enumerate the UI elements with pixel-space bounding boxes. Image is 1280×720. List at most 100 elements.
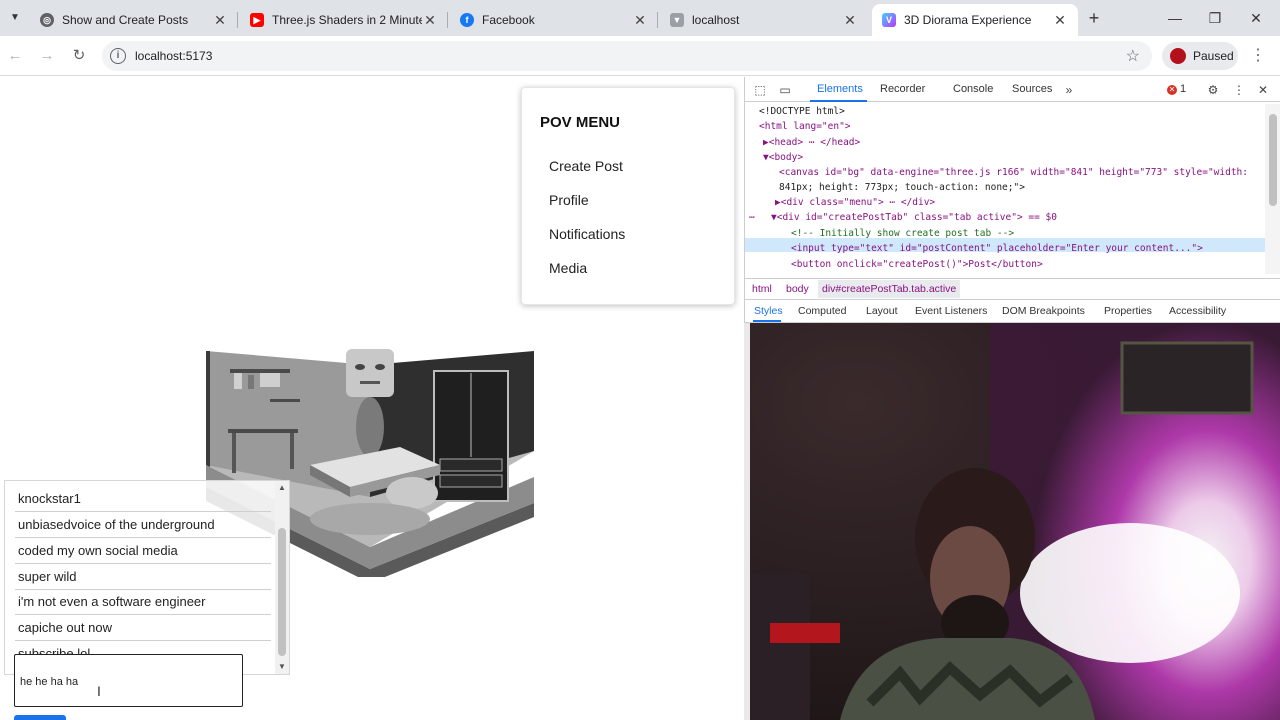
tab-localhost[interactable]: ▼ localhost ✕ [660, 4, 868, 36]
list-item: unbiasedvoice of the underground [18, 517, 215, 532]
scroll-up-icon[interactable]: ▲ [275, 481, 289, 495]
diorama-beanbag [386, 477, 438, 509]
feed-scrollbar[interactable]: ▲ ▼ [275, 481, 289, 674]
shield-icon: ▼ [670, 13, 684, 27]
settings-gear-icon[interactable]: ⚙ [1205, 82, 1221, 98]
tab-3d-diorama[interactable]: V 3D Diorama Experience ✕ [872, 4, 1078, 36]
subtab-properties[interactable]: Properties [1104, 305, 1152, 317]
address-bar[interactable]: i localhost:5173 ☆ [102, 41, 1152, 71]
menu-item-notifications[interactable]: Notifications [549, 226, 625, 242]
diorama-statue [346, 349, 394, 397]
bookmark-star-icon[interactable]: ☆ [1126, 46, 1140, 66]
facebook-icon: f [460, 13, 474, 27]
menu-item-create-post[interactable]: Create Post [549, 158, 623, 174]
dom-line[interactable]: <input type="text" id="postContent" plac… [791, 243, 1203, 254]
scrollbar-thumb[interactable] [278, 528, 286, 656]
dom-line[interactable]: 841px; height: 773px; touch-action: none… [779, 182, 1025, 193]
dom-line[interactable]: <!DOCTYPE html> [759, 106, 845, 117]
dom-ellipsis-icon: ⋯ [749, 212, 755, 223]
webcam-video [750, 323, 1280, 720]
post-input-value: he he ha ha [20, 676, 79, 688]
dom-comment[interactable]: <!-- Initially show create post tab --> [791, 228, 1014, 239]
dom-line[interactable]: <button onclick="createPost()">Post</but… [791, 259, 1043, 270]
browser-menu-icon[interactable]: ⋮ [1250, 46, 1266, 66]
devtools-toolbar: ⬚ ▭ Elements Recorder Console Sources » … [745, 77, 1280, 102]
dom-line[interactable]: ▶<head> ⋯ </head> [763, 137, 860, 148]
close-icon[interactable]: ✕ [632, 12, 648, 29]
breadcrumb-createposttab[interactable]: div#createPostTab.tab.active [818, 280, 961, 298]
tab-threejs-shaders[interactable]: ▶ Three.js Shaders in 2 Minutes - ✕ [240, 4, 448, 36]
devtools-tab-recorder[interactable]: Recorder [880, 83, 925, 95]
reload-icon[interactable]: ↻ [69, 46, 89, 66]
subtab-dom-breakpoints[interactable]: DOM Breakpoints [1002, 305, 1085, 317]
close-window-icon[interactable]: ✕ [1236, 8, 1276, 28]
list-item: coded my own social media [18, 543, 178, 558]
breadcrumb-body[interactable]: body [786, 283, 809, 295]
close-icon[interactable]: ✕ [422, 12, 438, 29]
devtools-menu-icon[interactable]: ⋮ [1231, 82, 1247, 98]
back-icon[interactable]: ← [5, 46, 25, 66]
light-source [1020, 523, 1240, 663]
text-cursor-icon: I [97, 683, 101, 699]
avatar [1170, 48, 1186, 64]
inspect-element-icon[interactable]: ⬚ [752, 82, 768, 98]
new-tab-button[interactable]: + [1084, 8, 1104, 28]
styles-subtabs: Styles Computed Layout Event Listeners D… [745, 299, 1280, 323]
error-count-badge[interactable]: ✕ 1 [1167, 83, 1186, 95]
pov-menu-title: POV MENU [540, 114, 621, 131]
devtools-tab-sources[interactable]: Sources [1012, 83, 1052, 95]
device-toggle-icon[interactable]: ▭ [777, 82, 793, 98]
devtools-tab-elements[interactable]: Elements [817, 83, 863, 95]
minimize-icon[interactable]: — [1155, 8, 1195, 28]
tab-show-and-create-posts[interactable]: ◎ Show and Create Posts ✕ [30, 4, 238, 36]
site-info-icon[interactable]: i [110, 48, 126, 64]
more-tabs-icon[interactable]: » [1061, 82, 1077, 98]
restore-icon[interactable]: ❐ [1195, 8, 1235, 28]
wall-poster [1120, 341, 1254, 415]
profile-paused-button[interactable]: Paused [1162, 42, 1238, 70]
dom-tree[interactable]: <!DOCTYPE html> <html lang="en"> ▶<head>… [745, 104, 1265, 274]
dom-line-selected[interactable]: ▼<div id="createPostTab" class="tab acti… [771, 212, 1057, 223]
tab-strip: ▼ ◎ Show and Create Posts ✕ ▶ Three.js S… [0, 0, 1280, 36]
dom-line[interactable]: <canvas id="bg" data-engine="three.js r1… [779, 167, 1248, 178]
subtab-event-listeners[interactable]: Event Listeners [915, 305, 987, 317]
subtab-accessibility[interactable]: Accessibility [1169, 305, 1226, 317]
scroll-down-icon[interactable]: ▼ [275, 660, 289, 674]
dom-line[interactable]: <html lang="en"> [759, 121, 851, 132]
tab-facebook[interactable]: f Facebook ✕ [450, 4, 658, 36]
red-object [770, 623, 840, 643]
close-icon[interactable]: ✕ [842, 12, 858, 29]
menu-item-profile[interactable]: Profile [549, 192, 589, 208]
close-icon[interactable]: ✕ [212, 12, 228, 29]
devtools-panel: ⬚ ▭ Elements Recorder Console Sources » … [744, 77, 1280, 323]
dom-scrollbar[interactable] [1265, 104, 1280, 274]
tab-search-icon[interactable]: ▼ [4, 8, 26, 28]
forward-icon[interactable]: → [37, 46, 57, 66]
subtab-styles[interactable]: Styles [754, 305, 783, 317]
list-item: i'm not even a software engineer [18, 594, 206, 609]
page-viewport: POV MENU Create Post Profile Notificatio… [0, 77, 744, 720]
post-feed[interactable]: knockstar1 unbiasedvoice of the undergro… [4, 480, 290, 675]
error-icon: ✕ [1167, 85, 1177, 95]
post-button[interactable] [14, 715, 66, 720]
list-item: capiche out now [18, 620, 112, 635]
close-devtools-icon[interactable]: ✕ [1255, 82, 1271, 98]
devtools-tab-console[interactable]: Console [953, 83, 993, 95]
list-item: knockstar1 [18, 491, 81, 506]
dom-line[interactable]: ▼<body> [763, 152, 803, 163]
vite-icon: V [882, 13, 896, 27]
breadcrumb-html[interactable]: html [752, 283, 772, 295]
dom-line[interactable]: ▶<div class="menu"> ⋯ </div> [775, 197, 935, 208]
close-icon[interactable]: ✕ [1052, 12, 1068, 29]
post-content-input[interactable]: he he ha ha I [14, 654, 243, 707]
list-item: super wild [18, 569, 77, 584]
url-text[interactable]: localhost:5173 [135, 49, 212, 63]
breadcrumb: html body div#createPostTab.tab.active [745, 278, 1280, 298]
subtab-layout[interactable]: Layout [866, 305, 898, 317]
menu-item-media[interactable]: Media [549, 260, 587, 276]
subtab-computed[interactable]: Computed [798, 305, 846, 317]
youtube-icon: ▶ [250, 13, 264, 27]
pov-menu: POV MENU Create Post Profile Notificatio… [521, 87, 735, 305]
scrollbar-thumb[interactable] [1269, 114, 1277, 206]
browser-toolbar: ← → ↻ i localhost:5173 ☆ Paused ⋮ [0, 36, 1280, 76]
